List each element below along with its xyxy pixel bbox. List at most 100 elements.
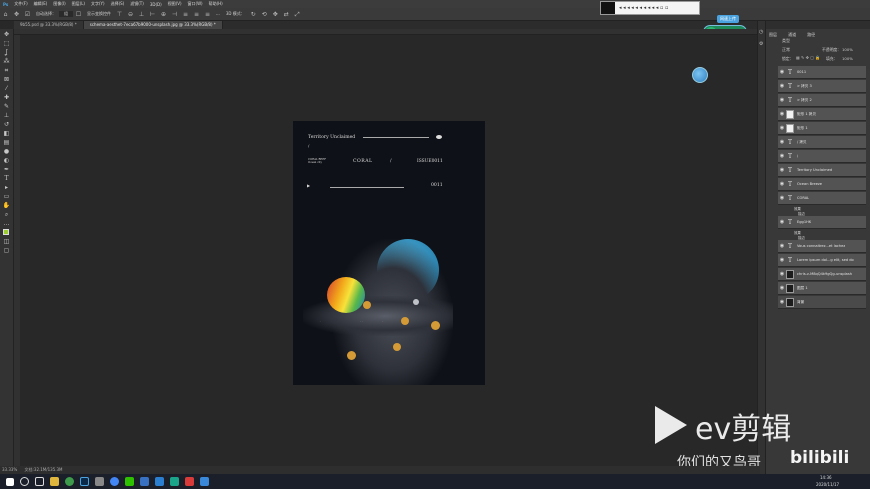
tab-jpg[interactable]: schema-aesthet-7eca67b9000-unsplash.jpg … [83,21,223,29]
wechat-icon[interactable] [125,477,134,486]
align-middle-icon[interactable]: ⊖ [127,11,134,18]
checkbox-icon[interactable]: ☑ [24,11,31,18]
history-icon[interactable]: ◷ [759,29,763,35]
ps-logo-icon[interactable]: Ps [0,2,11,7]
visibility-eye-icon[interactable]: ◉ [778,167,786,173]
home-icon[interactable]: ⌂ [2,11,9,18]
menu-select[interactable]: 选择(S) [108,1,128,7]
color-swatch[interactable] [2,229,12,237]
layer-row[interactable]: ◉ T Ocean Breeze [778,178,866,191]
layer-row[interactable]: ◉ 背景 [778,296,866,309]
zoom-level[interactable]: 33.33% [2,467,17,472]
brush-tool-icon[interactable]: ✎ [2,103,12,111]
crop-tool-icon[interactable]: ⌗ [2,67,12,75]
app-icon[interactable] [140,477,149,486]
3d-roll-icon[interactable]: ⟲ [261,11,268,18]
visibility-eye-icon[interactable]: ◉ [778,83,786,89]
more-tools-icon[interactable]: … [2,220,12,228]
eyedropper-icon[interactable]: ⁄ [2,85,12,93]
menu-filter[interactable]: 滤镜(T) [127,1,147,7]
align-bottom-icon[interactable]: ⊥ [138,11,145,18]
visibility-eye-icon[interactable]: ◉ [778,219,786,225]
start-icon[interactable] [6,477,14,486]
3d-rotate-icon[interactable]: ↻ [250,11,257,18]
path-select-icon[interactable]: ▸ [2,184,12,192]
magic-wand-icon[interactable]: ⁂ [2,58,12,66]
layer-row[interactable]: ◉ T CORAL [778,192,866,205]
more-options-button[interactable]: ··· [213,12,223,17]
align-left-icon[interactable]: ⊢ [149,11,156,18]
menu-3d[interactable]: 3D(D) [147,2,165,7]
move-tool-icon[interactable]: ✥ [2,31,12,39]
app-icon[interactable] [200,477,209,486]
history-brush-icon[interactable]: ↺ [2,121,12,129]
layer-row[interactable]: ◉ T / [778,150,866,163]
tab-psd[interactable]: 9b55.psd @ 33.3%(RGB/8) * [14,21,84,29]
align-right-icon[interactable]: ⊣ [171,11,178,18]
quick-mask-icon[interactable]: ◫ [2,238,12,246]
distribute-icon[interactable]: ≡ [182,11,189,18]
app-icon[interactable] [155,477,164,486]
menu-edit[interactable]: 编辑(E) [31,1,51,7]
kind-filter[interactable]: 类型 [782,38,790,44]
opacity-value[interactable]: 100% [842,47,853,52]
3d-slide-icon[interactable]: ⇄ [283,11,290,18]
layer-row[interactable]: ◉ chris-v-M8qQ4k9gQg-unsplash [778,268,866,281]
align-top-icon[interactable]: ⊤ [116,11,123,18]
visibility-eye-icon[interactable]: ◉ [778,69,786,75]
photoshop-icon[interactable] [80,477,89,486]
app-icon[interactable] [170,477,179,486]
fill-value[interactable]: 100% [842,56,853,61]
menu-type[interactable]: 文字(Y) [88,1,108,7]
visibility-eye-icon[interactable]: ◉ [778,285,786,291]
task-view-icon[interactable] [35,477,44,486]
visibility-eye-icon[interactable]: ◉ [778,271,786,277]
explorer-icon[interactable] [50,477,59,486]
visibility-eye-icon[interactable]: ◉ [778,153,786,159]
stamp-tool-icon[interactable]: ⊥ [2,112,12,120]
menu-window[interactable]: 窗口(W) [185,1,206,7]
checkbox-icon[interactable]: ☐ [75,11,82,18]
layer-row[interactable]: ◉ 矩形 1 拷贝 [778,108,866,121]
distribute-icon[interactable]: ≡ [204,11,211,18]
align-center-icon[interactable]: ⊕ [160,11,167,18]
marquee-tool-icon[interactable]: ⬚ [2,40,12,48]
tab-layers[interactable]: 图层 [766,31,780,39]
gradient-tool-icon[interactable]: ▤ [2,139,12,147]
screen-mode-icon[interactable]: ▢ [2,247,12,255]
blend-mode-select[interactable]: 正常 [782,47,790,53]
visibility-eye-icon[interactable]: ◉ [778,181,786,187]
visibility-eye-icon[interactable]: ◉ [778,139,786,145]
frame-tool-icon[interactable]: ⊠ [2,76,12,84]
layer-row[interactable]: ◉ 矩形 1 [778,122,866,135]
visibility-eye-icon[interactable]: ◉ [778,299,786,305]
menu-layer[interactable]: 图层(L) [69,1,88,7]
recorder-controls[interactable]: ◂ ◂ ◂ ◂ ◂ ◂ ◂ ◂ ◂ ◂ ▫ ▫ [619,5,668,11]
layer-row[interactable]: ◉ T / 拷贝 [778,136,866,149]
lasso-tool-icon[interactable]: ʆ [2,49,12,57]
move-tool-icon[interactable]: ✥ [13,11,20,18]
lock-icons[interactable]: ▦ ✎ ✥ ▢ 🔒 [796,55,820,60]
visibility-eye-icon[interactable]: ◉ [778,111,786,117]
poster-canvas[interactable]: Territory Unclaimed / CORAL REEF Ocean c… [293,121,485,385]
floating-blue-orb[interactable] [692,67,708,83]
menu-file[interactable]: 文件(F) [11,1,30,7]
app-icon[interactable] [185,477,194,486]
visibility-eye-icon[interactable]: ◉ [778,125,786,131]
visibility-eye-icon[interactable]: ◉ [778,97,786,103]
layer-row[interactable]: ◉ T Lorem ipsum dol...g elit, sed do [778,254,866,267]
shape-tool-icon[interactable]: ▭ [2,193,12,201]
hand-tool-icon[interactable]: ✋ [2,202,12,210]
type-tool-icon[interactable]: T [2,175,12,183]
app-icon[interactable] [95,477,104,486]
dodge-tool-icon[interactable]: ◐ [2,157,12,165]
zoom-tool-icon[interactable]: ⌕ [2,211,12,219]
menu-view[interactable]: 视图(V) [165,1,185,7]
visibility-eye-icon[interactable]: ◉ [778,195,786,201]
layer-row[interactable]: ◉ T > 拷贝 3 [778,80,866,93]
foreground-color[interactable] [2,229,9,235]
browser-icon[interactable] [65,477,74,486]
tab-paths[interactable]: 路径 [804,31,818,39]
layer-row[interactable]: ◉ T Territory Unclaimed [778,164,866,177]
eraser-tool-icon[interactable]: ◧ [2,130,12,138]
